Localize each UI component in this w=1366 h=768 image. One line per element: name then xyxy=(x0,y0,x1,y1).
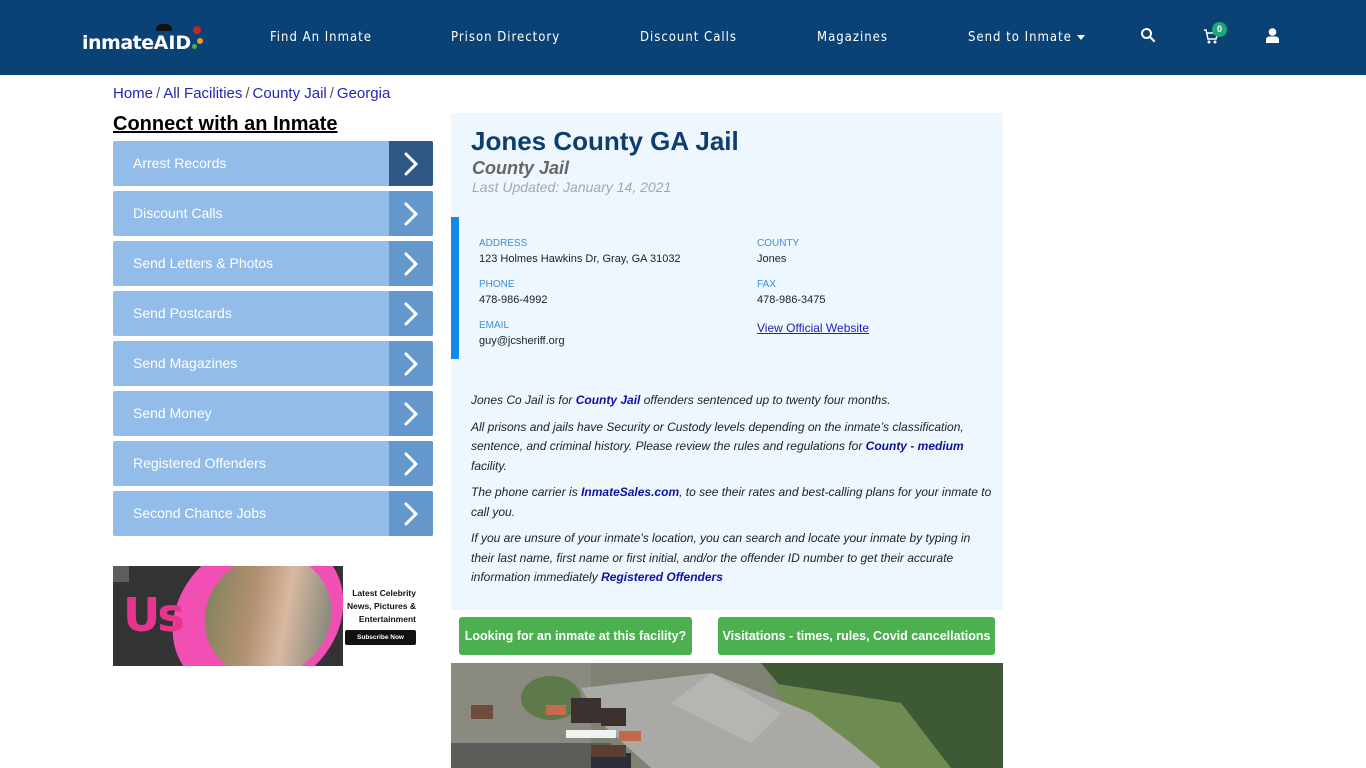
nav-magazines[interactable]: Magazines xyxy=(817,30,888,45)
description-text: facility. xyxy=(471,458,507,473)
phone-field: PHONE 478-986-4992 xyxy=(479,279,548,306)
logo-decoration xyxy=(197,38,204,44)
last-updated: Last Updated: January 14, 2021 xyxy=(472,179,672,195)
chevron-right-icon xyxy=(389,341,433,386)
sidebar-item-registered-offenders[interactable]: Registered Offenders xyxy=(113,441,433,486)
facility-aerial-photo xyxy=(451,663,1003,768)
email-field: EMAIL guy@jcsheriff.org xyxy=(479,320,565,347)
breadcrumb-separator: / xyxy=(156,85,161,102)
us-weekly-ad-banner[interactable]: Us Latest Celebrity News, Pictures & Ent… xyxy=(113,566,433,666)
description-text: offenders sentenced up to twenty four mo… xyxy=(640,393,891,407)
sidebar-item-second-chance-jobs[interactable]: Second Chance Jobs xyxy=(113,491,433,536)
nav-send-to-inmate[interactable]: Send to Inmate xyxy=(968,30,1085,45)
chevron-right-icon xyxy=(389,441,433,486)
county-jail-link[interactable]: County Jail xyxy=(576,393,641,407)
cart-count-badge: 0 xyxy=(1212,22,1227,37)
chevron-right-icon xyxy=(389,391,433,436)
sidebar-item-send-letters-photos[interactable]: Send Letters & Photos xyxy=(113,241,433,286)
county-medium-link[interactable]: County - medium xyxy=(866,439,964,453)
find-inmate-at-facility-button[interactable]: Looking for an inmate at this facility? xyxy=(459,617,692,655)
logo-decoration xyxy=(192,44,198,49)
nav-find-an-inmate[interactable]: Find An Inmate xyxy=(270,30,372,45)
county-field: COUNTY Jones xyxy=(757,238,799,265)
nav-prison-directory[interactable]: Prison Directory xyxy=(451,30,560,45)
sidebar-item-label: Arrest Records xyxy=(133,155,227,171)
sidebar-item-label: Second Chance Jobs xyxy=(133,505,267,521)
phone-label: PHONE xyxy=(479,279,515,290)
description-paragraph: If you are unsure of your inmate's locat… xyxy=(471,529,996,588)
sidebar-item-send-magazines[interactable]: Send Magazines xyxy=(113,341,433,386)
graduation-hat-icon xyxy=(155,24,172,31)
ad-tagline-line: Latest Celebrity xyxy=(352,588,416,598)
breadcrumb-home[interactable]: Home xyxy=(113,85,153,102)
address-label: ADDRESS xyxy=(479,238,528,249)
user-icon[interactable] xyxy=(1266,28,1286,48)
caret-down-icon xyxy=(1076,35,1085,40)
fax-label: FAX xyxy=(757,279,776,290)
breadcrumb: Home / All Facilities / County Jail / Georgia xyxy=(113,85,390,102)
fax-value: 478-986-3475 xyxy=(757,294,826,306)
ad-brand-logo: Us xyxy=(123,588,185,642)
sidebar-menu: Arrest Records Discount Calls Send Lette… xyxy=(113,141,433,541)
chevron-right-icon xyxy=(389,191,433,236)
logo-accent: AID xyxy=(153,24,204,54)
facility-description: Jones Co Jail is for County Jail offende… xyxy=(471,391,996,595)
breadcrumb-separator: / xyxy=(245,85,250,102)
description-paragraph: The phone carrier is InmateSales.com, to… xyxy=(471,483,996,522)
chevron-right-icon xyxy=(389,291,433,336)
breadcrumb-all-facilities[interactable]: All Facilities xyxy=(163,85,242,102)
breadcrumb-county-jail[interactable]: County Jail xyxy=(253,85,327,102)
search-icon[interactable] xyxy=(1140,27,1160,47)
facility-name: Jones County GA Jail xyxy=(471,126,739,156)
ad-corner-mark xyxy=(113,566,129,582)
fax-field: FAX 478-986-3475 xyxy=(757,279,826,306)
description-paragraph: Jones Co Jail is for County Jail offende… xyxy=(471,391,996,411)
nav-discount-calls[interactable]: Discount Calls xyxy=(640,30,737,45)
ad-tagline: Latest Celebrity News, Pictures & Entert… xyxy=(326,587,416,626)
sidebar-item-label: Registered Offenders xyxy=(133,455,266,471)
description-text: The phone carrier is xyxy=(471,485,582,499)
county-value: Jones xyxy=(757,253,787,265)
email-value: guy@jcsheriff.org xyxy=(479,335,565,347)
county-label: COUNTY xyxy=(757,238,800,249)
address-value: 123 Holmes Hawkins Dr, Gray, GA 31032 xyxy=(479,253,681,265)
description-paragraph: All prisons and jails have Security or C… xyxy=(471,418,996,477)
sidebar-title: Connect with an Inmate xyxy=(113,113,338,135)
info-accent-bar xyxy=(451,217,459,359)
breadcrumb-separator: / xyxy=(329,85,334,102)
sidebar-item-label: Discount Calls xyxy=(133,205,223,221)
chevron-right-icon xyxy=(389,141,433,186)
chevron-right-icon xyxy=(389,491,433,536)
sidebar-item-discount-calls[interactable]: Discount Calls xyxy=(113,191,433,236)
ad-tagline-line: Entertainment xyxy=(358,614,416,624)
sidebar-item-arrest-records[interactable]: Arrest Records xyxy=(113,141,433,186)
official-website-link[interactable]: View Official Website xyxy=(757,321,869,335)
visitations-button[interactable]: Visitations - times, rules, Covid cancel… xyxy=(718,617,995,655)
chevron-right-icon xyxy=(389,241,433,286)
breadcrumb-georgia[interactable]: Georgia xyxy=(337,85,390,102)
sidebar-item-label: Send Money xyxy=(133,405,212,421)
sidebar-item-label: Send Magazines xyxy=(133,355,238,371)
nav-send-to-inmate-label: Send to Inmate xyxy=(968,30,1072,45)
facility-card: Jones County GA Jail County Jail Last Up… xyxy=(451,113,1003,610)
sidebar-item-label: Send Postcards xyxy=(133,305,232,321)
top-navigation-bar: inmate AID Find An Inmate Prison Directo… xyxy=(0,0,1366,75)
description-text: Jones Co Jail is for xyxy=(471,393,576,407)
logo-text: inmate xyxy=(82,32,154,54)
sidebar-item-label: Send Letters & Photos xyxy=(133,255,274,271)
ad-tagline-line: News, Pictures & xyxy=(347,601,416,611)
phone-value: 478-986-4992 xyxy=(479,294,548,306)
address-field: ADDRESS 123 Holmes Hawkins Dr, Gray, GA … xyxy=(479,238,681,265)
sidebar-item-send-money[interactable]: Send Money xyxy=(113,391,433,436)
ad-subscribe-button[interactable]: Subscribe Now xyxy=(345,630,416,645)
registered-offenders-link[interactable]: Registered Offenders xyxy=(601,570,723,584)
sidebar-item-send-postcards[interactable]: Send Postcards xyxy=(113,291,433,336)
site-logo[interactable]: inmate AID xyxy=(82,22,204,54)
logo-accent-text: AID xyxy=(153,32,192,54)
inmatesales-link[interactable]: InmateSales.com xyxy=(581,485,679,499)
email-label: EMAIL xyxy=(479,320,510,331)
logo-decoration xyxy=(193,26,202,34)
facility-type: County Jail xyxy=(472,158,570,178)
